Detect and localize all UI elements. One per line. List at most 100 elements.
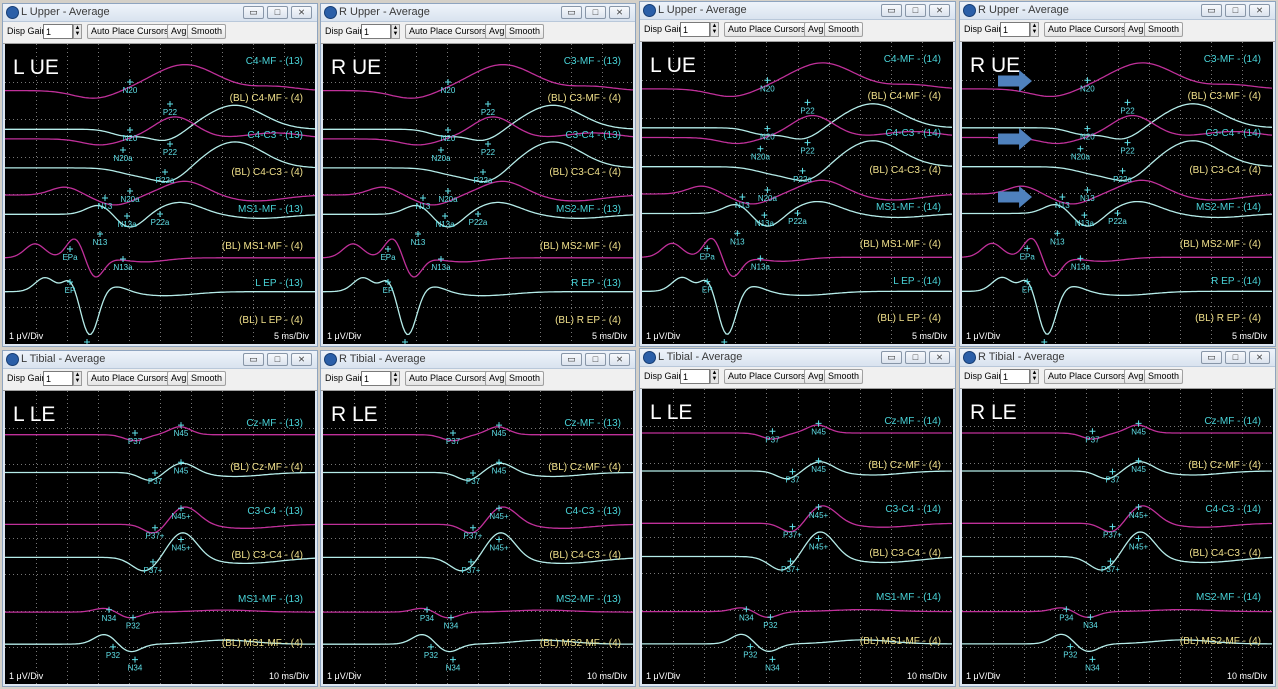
- peak-label: N45: [174, 429, 189, 438]
- waveform-plot[interactable]: Cz-MF - (13) (BL) Cz-MF - (4) C3-C4 - (13)…: [5, 391, 315, 684]
- maximize-button[interactable]: □: [585, 353, 606, 366]
- peak-label: N45+: [171, 512, 191, 521]
- close-button[interactable]: ⨯: [1249, 4, 1270, 17]
- disp-gain-spinner[interactable]: ▲ ▼: [73, 24, 82, 39]
- disp-gain-input[interactable]: [1000, 22, 1030, 37]
- title-bar[interactable]: L Tibial - Average ▭ □ ⨯: [640, 349, 955, 367]
- title-bar[interactable]: R Tibial - Average ▭ □ ⨯: [960, 349, 1275, 367]
- disp-gain-input[interactable]: [43, 371, 73, 386]
- title-bar[interactable]: L Upper - Average ▭ □ ⨯: [640, 2, 955, 20]
- close-button[interactable]: ⨯: [609, 6, 630, 19]
- window-8: R Tibial - Average ▭□⨯ Disp Gain ▲▼ Auto Pla…: [959, 348, 1276, 687]
- channel-label: (BL) Cz-MF - (4): [548, 462, 621, 473]
- close-button[interactable]: ⨯: [291, 6, 312, 19]
- peak-label: P22: [1120, 147, 1135, 156]
- disp-gain-input[interactable]: [680, 369, 710, 384]
- disp-gain-input[interactable]: [43, 24, 73, 39]
- title-bar[interactable]: R Tibial - Average ▭ □ ⨯: [321, 351, 635, 369]
- window-title: L Upper - Average: [658, 4, 747, 16]
- close-button[interactable]: ⨯: [291, 353, 312, 366]
- peak-label: N20a: [113, 154, 133, 163]
- minimize-button[interactable]: ▭: [881, 351, 902, 364]
- smooth-button[interactable]: Smooth: [505, 371, 545, 386]
- channel-label: (BL) C3-C4 - (4): [1189, 165, 1261, 176]
- maximize-button[interactable]: □: [905, 351, 926, 364]
- peak-label: P22: [481, 148, 496, 157]
- minimize-button[interactable]: ▭: [881, 4, 902, 17]
- auto-place-cursors-button[interactable]: Auto Place Cursors: [1044, 22, 1130, 37]
- maximize-button[interactable]: □: [585, 6, 606, 19]
- disp-gain-spinner[interactable]: ▲ ▼: [1030, 22, 1039, 37]
- auto-place-cursors-button[interactable]: Auto Place Cursors: [405, 24, 491, 39]
- channel-label: L EP - (13): [255, 278, 303, 289]
- smooth-button[interactable]: Smooth: [824, 369, 864, 384]
- disp-gain-input[interactable]: [361, 371, 391, 386]
- title-bar[interactable]: R Upper - Average ▭ □ ⨯: [321, 4, 635, 22]
- cursor-marker: [1114, 210, 1121, 217]
- close-button[interactable]: ⨯: [1249, 351, 1270, 364]
- peak-label: P37+: [144, 566, 163, 575]
- disp-gain-spinner[interactable]: ▲ ▼: [1030, 369, 1039, 384]
- minimize-button[interactable]: ▭: [561, 353, 582, 366]
- peak-label: N45+: [489, 543, 509, 552]
- auto-place-cursors-button[interactable]: Auto Place Cursors: [87, 24, 173, 39]
- title-bar[interactable]: L Tibial - Average ▭ □ ⨯: [3, 351, 317, 369]
- auto-place-cursors-button[interactable]: Auto Place Cursors: [1044, 369, 1130, 384]
- minimize-button[interactable]: ▭: [1201, 4, 1222, 17]
- disp-gain-spinner[interactable]: ▲ ▼: [710, 22, 719, 37]
- peak-label: P32: [743, 651, 758, 660]
- waveform-plot[interactable]: C3-MF - (13) (BL) C3-MF - (4) C3-C4 - (13)…: [323, 44, 633, 344]
- smooth-button[interactable]: Smooth: [1144, 22, 1184, 37]
- time-scale: 10 ms/Div: [586, 671, 627, 681]
- maximize-button[interactable]: □: [1225, 4, 1246, 17]
- cursor-marker: [127, 188, 133, 194]
- minimize-button[interactable]: ▭: [561, 6, 582, 19]
- disp-gain-input[interactable]: [680, 22, 710, 37]
- channel-label: C3-MF - (14): [1204, 54, 1261, 65]
- channel-label: MS2-MF - (13): [556, 594, 621, 605]
- peak-label: P37+: [146, 532, 165, 541]
- cursor-marker: [764, 77, 771, 84]
- disp-gain-spinner[interactable]: ▲ ▼: [391, 24, 400, 39]
- cursor-marker: [167, 101, 173, 107]
- cursor-marker: [445, 79, 451, 85]
- close-button[interactable]: ⨯: [609, 353, 630, 366]
- channel-label: C4-MF - (14): [884, 54, 941, 65]
- auto-place-cursors-button[interactable]: Auto Place Cursors: [405, 371, 491, 386]
- waveform-plot[interactable]: Cz-MF - (14) (BL) Cz-MF - (4) C3-C4 - (14)…: [642, 389, 953, 684]
- smooth-button[interactable]: Smooth: [187, 371, 227, 386]
- disp-gain-spinner[interactable]: ▲ ▼: [73, 371, 82, 386]
- smooth-button[interactable]: Smooth: [824, 22, 864, 37]
- waveform-plot[interactable]: C4-MF - (14) (BL) C4-MF - (4) C4-C3 - (14)…: [642, 42, 953, 344]
- disp-gain-spinner[interactable]: ▲ ▼: [391, 371, 400, 386]
- amplitude-scale: 1 μV/Div: [9, 671, 44, 681]
- waveform-plot[interactable]: Cz-MF - (13) (BL) Cz-MF - (4) C4-C3 - (13)…: [323, 391, 633, 684]
- minimize-button[interactable]: ▭: [1201, 351, 1222, 364]
- smooth-button[interactable]: Smooth: [1144, 369, 1184, 384]
- title-bar[interactable]: R Upper - Average ▭ □ ⨯: [960, 2, 1275, 20]
- amplitude-scale: 1 μV/Div: [327, 331, 362, 341]
- maximize-button[interactable]: □: [1225, 351, 1246, 364]
- close-button[interactable]: ⨯: [929, 351, 950, 364]
- waveform-plot[interactable]: Cz-MF - (14) (BL) Cz-MF - (4) C4-C3 - (14)…: [962, 389, 1273, 684]
- cursor-marker: [97, 231, 103, 237]
- maximize-button[interactable]: □: [267, 6, 288, 19]
- disp-gain-spinner[interactable]: ▲ ▼: [710, 369, 719, 384]
- smooth-button[interactable]: Smooth: [505, 24, 545, 39]
- minimize-button[interactable]: ▭: [243, 6, 264, 19]
- disp-gain-input[interactable]: [361, 24, 391, 39]
- cursor-marker: [445, 127, 451, 133]
- title-bar[interactable]: L Upper - Average ▭ □ ⨯: [3, 4, 317, 22]
- auto-place-cursors-button[interactable]: Auto Place Cursors: [87, 371, 173, 386]
- smooth-button[interactable]: Smooth: [187, 24, 227, 39]
- minimize-button[interactable]: ▭: [243, 353, 264, 366]
- disp-gain-input[interactable]: [1000, 369, 1030, 384]
- auto-place-cursors-button[interactable]: Auto Place Cursors: [724, 22, 810, 37]
- maximize-button[interactable]: □: [905, 4, 926, 17]
- close-button[interactable]: ⨯: [929, 4, 950, 17]
- waveform-plot[interactable]: C3-MF - (14) (BL) C3-MF - (4) C3-C4 - (14)…: [962, 42, 1273, 344]
- maximize-button[interactable]: □: [267, 353, 288, 366]
- waveform-canvas: Cz-MF - (13) (BL) Cz-MF - (4) C4-C3 - (13)…: [323, 391, 633, 684]
- waveform-plot[interactable]: C4-MF - (13) (BL) C4-MF - (4) C4-C3 - (13)…: [5, 44, 315, 344]
- auto-place-cursors-button[interactable]: Auto Place Cursors: [724, 369, 810, 384]
